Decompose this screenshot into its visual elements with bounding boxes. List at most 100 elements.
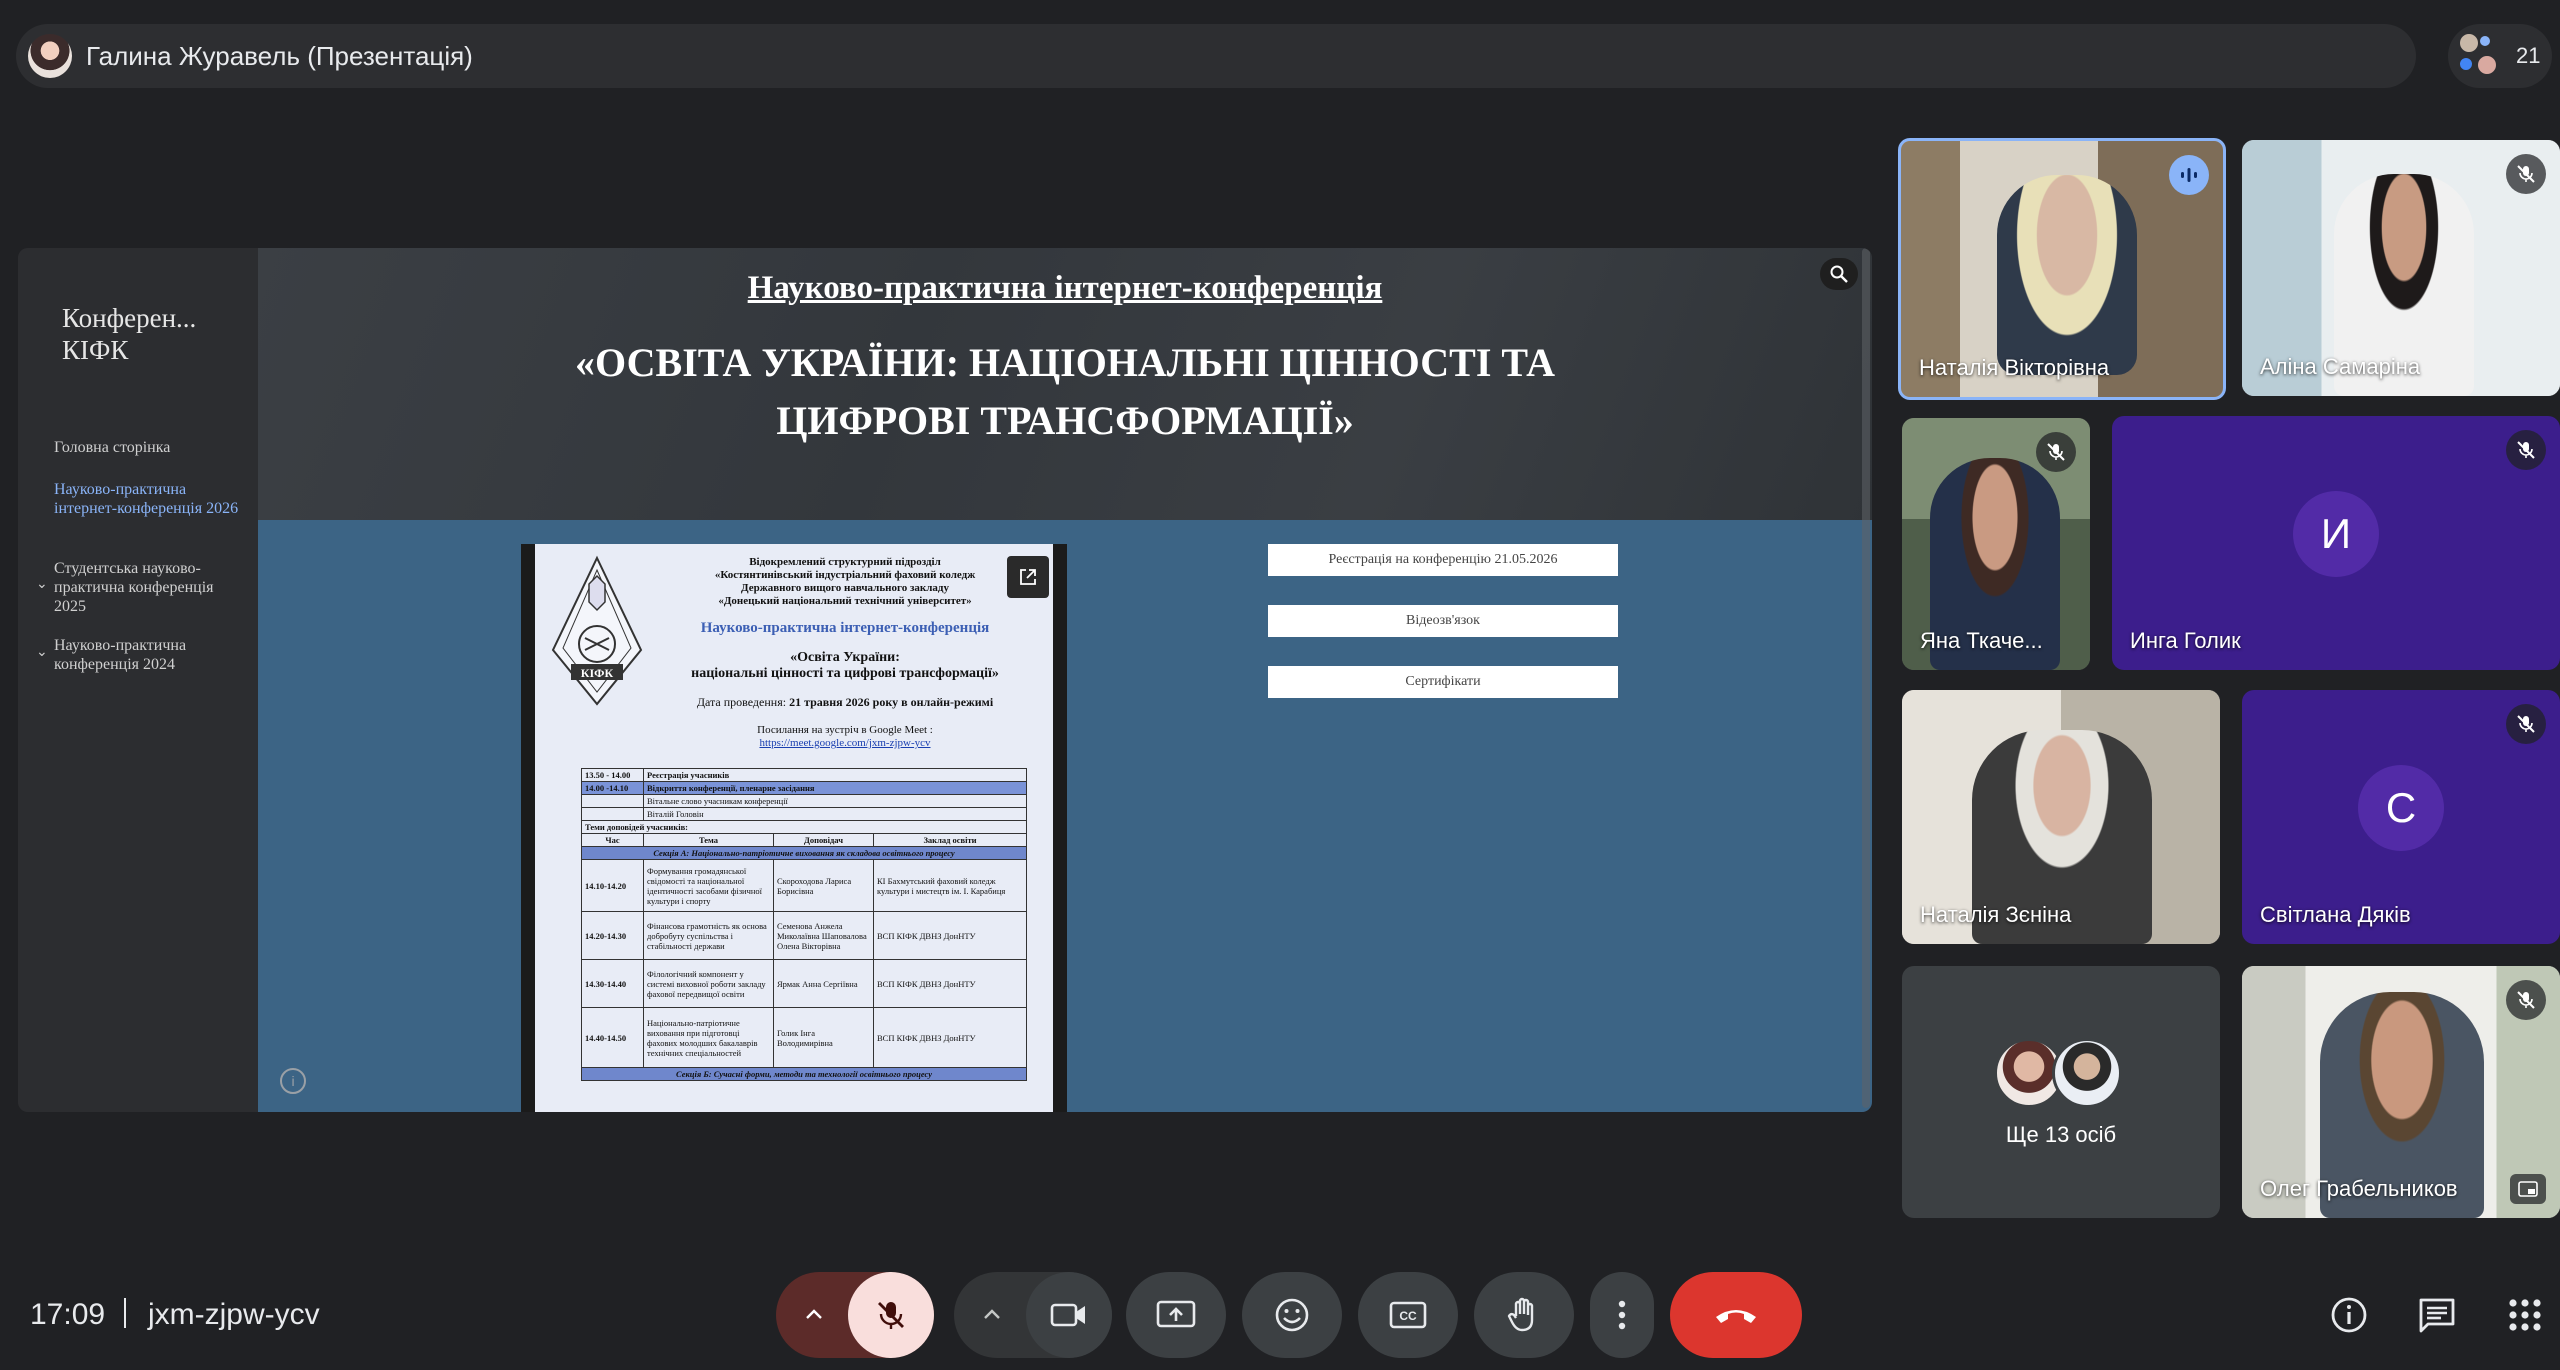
- nav-item-conference-2026[interactable]: Науково-практична інтернет-конференція 2…: [54, 480, 244, 518]
- reactions-button[interactable]: [1242, 1272, 1342, 1358]
- nav-item-student-conference-2025[interactable]: Студентська науково-практична конференці…: [54, 559, 244, 616]
- doc-org-line: «Донецький національний технічний універ…: [718, 595, 972, 607]
- svg-text:CC: CC: [1399, 1309, 1417, 1323]
- picture-in-picture-button[interactable]: [2510, 1174, 2546, 1204]
- table-row: 14.20-14.30 Фінансова грамотність як осно…: [581, 911, 1027, 960]
- mic-off-icon: [2047, 443, 2065, 461]
- doc-org-line: Відокремлений структурний підрозділ: [749, 556, 941, 568]
- present-screen-button[interactable]: [1126, 1272, 1226, 1358]
- chevron-down-icon[interactable]: ⌄: [36, 644, 48, 661]
- doc-meet-label: Посилання на зустріч в Google Meet :: [757, 724, 933, 736]
- chat-button[interactable]: [2412, 1290, 2462, 1340]
- avatar: С: [2358, 765, 2444, 851]
- college-logo: КІФК: [551, 555, 643, 706]
- participant-tile[interactable]: Аліна Самаріна: [2242, 140, 2560, 396]
- scrollbar[interactable]: [1862, 248, 1870, 1108]
- participant-mini-avatar: [2458, 56, 2474, 72]
- emoji-icon: [1275, 1298, 1309, 1332]
- mic-off-icon: [2517, 441, 2535, 459]
- divider: [124, 1298, 126, 1328]
- table-row: Вітальне слово учасникам конференції: [581, 794, 1027, 808]
- site-title[interactable]: Конферен... КІФК: [62, 302, 242, 366]
- more-options-button[interactable]: [1590, 1272, 1654, 1358]
- zoom-button[interactable]: [1820, 258, 1858, 290]
- program-document-page: КІФК Відокремлений структурний підрозділ…: [535, 544, 1053, 1112]
- leave-call-button[interactable]: [1670, 1272, 1802, 1358]
- participant-tile[interactable]: Наталія Вікторівна: [1898, 138, 2226, 400]
- more-participants-tile[interactable]: Ще 13 осіб: [1902, 966, 2220, 1218]
- meeting-code: jxm-zjpw-ycv: [148, 1298, 320, 1331]
- mic-off-indicator: [2506, 704, 2546, 744]
- search-icon: [1830, 265, 1848, 283]
- meeting-clock: 17:09: [30, 1298, 106, 1331]
- participant-mini-avatar: [2478, 34, 2492, 48]
- participants-count: 21: [2516, 43, 2541, 68]
- mic-off-icon: [2517, 165, 2535, 183]
- avatar: [2052, 1038, 2122, 1108]
- open-external-icon: [1020, 569, 1036, 585]
- doc-theme-line-2: національні цінності та цифрові трансфор…: [691, 666, 999, 681]
- avatar: И: [2293, 491, 2379, 577]
- more-vert-icon: [1618, 1300, 1626, 1330]
- mic-off-indicator: [2036, 432, 2076, 472]
- present-to-all-icon: [1156, 1300, 1196, 1328]
- participant-tile[interactable]: Олег Грабельников: [2242, 966, 2560, 1218]
- mic-off-icon: [2517, 715, 2535, 733]
- participant-mini-avatar: [2458, 32, 2480, 54]
- table-row: 14.30-14.40 Філологічний компонент у сист…: [581, 959, 1027, 1008]
- participants-button[interactable]: 21: [2448, 24, 2552, 88]
- meeting-details-button[interactable]: [2324, 1290, 2374, 1340]
- chat-icon: [2419, 1298, 2455, 1333]
- participant-name: Олег Грабельников: [2260, 1176, 2458, 1201]
- mic-off-indicator: [2506, 430, 2546, 470]
- info-icon[interactable]: i: [280, 1068, 306, 1094]
- participant-mini-avatar: [2476, 54, 2498, 76]
- mic-off-icon: [878, 1302, 904, 1329]
- doc-date: Дата проведення: 21 травня 2026 року в о…: [696, 695, 994, 709]
- mic-toggle-button[interactable]: [848, 1272, 934, 1358]
- doc-meet-link[interactable]: https://meet.google.com/jxm-zjpw-ycv: [645, 737, 1045, 750]
- table-section-row: Секція Б: Сучасні форми, методи та техно…: [581, 1067, 1027, 1081]
- site-header: Науково-практична інтернет-конференція «…: [258, 248, 1872, 520]
- site-sidebar: Конферен... КІФК Головна сторінка Науков…: [18, 248, 258, 1112]
- nav-item-home[interactable]: Головна сторінка: [54, 438, 244, 457]
- mic-off-indicator: [2506, 980, 2546, 1020]
- participant-name: Світлана Дяків: [2260, 902, 2411, 927]
- nav-item-conference-2024[interactable]: Науково-практична конференція 2024: [54, 636, 244, 674]
- site-main: Науково-практична інтернет-конференція «…: [258, 248, 1872, 1112]
- speaking-indicator: [2169, 155, 2209, 195]
- presenter-avatar: [28, 34, 72, 78]
- participant-name: Яна Ткаче...: [1920, 628, 2043, 653]
- camera-toggle-button[interactable]: [1026, 1272, 1112, 1358]
- participant-tile[interactable]: С Світлана Дяків: [2242, 690, 2560, 944]
- participant-figure: [1997, 175, 2137, 375]
- presenter-bar[interactable]: Галина Журавель (Презентація): [16, 24, 2416, 88]
- chevron-up-icon: [806, 1309, 822, 1319]
- captions-button[interactable]: CC: [1358, 1272, 1458, 1358]
- mic-off-icon: [2517, 991, 2535, 1009]
- program-document-embed[interactable]: КІФК Відокремлений структурний підрозділ…: [521, 544, 1067, 1112]
- conference-title: «ОСВІТА УКРАЇНИ: НАЦІОНАЛЬНІ ЦІННОСТІ ТА…: [575, 340, 1555, 443]
- site-body: КІФК Відокремлений структурний підрозділ…: [258, 520, 1872, 1112]
- open-in-new-window-button[interactable]: [1007, 556, 1049, 598]
- video-call-button[interactable]: Відеозв'язок: [1268, 605, 1618, 637]
- doc-org-line: «Костянтинівський індустріальний фаховий…: [714, 569, 976, 581]
- participant-name: Аліна Самаріна: [2260, 354, 2421, 379]
- registration-button[interactable]: Реєстрація на конференцію 21.05.2026: [1268, 544, 1618, 576]
- certificates-button[interactable]: Сертифікати: [1268, 666, 1618, 698]
- mic-off-indicator: [2506, 154, 2546, 194]
- table-row: 14.40-14.50 Національно-патріотичне вихов…: [581, 1007, 1027, 1068]
- participant-tile[interactable]: Яна Ткаче...: [1902, 418, 2090, 670]
- svg-text:КІФК: КІФК: [581, 666, 614, 680]
- chevron-down-icon[interactable]: ⌄: [36, 576, 48, 593]
- participant-name: Инга Голик: [2130, 628, 2241, 653]
- table-row: 13.50 - 14.00 Реєстрація учасників: [581, 768, 1027, 782]
- activities-button[interactable]: [2500, 1290, 2550, 1340]
- doc-org-line: Державного вищого навчального закладу: [741, 582, 949, 594]
- participant-tile[interactable]: И Инга Голик: [2112, 416, 2560, 670]
- raise-hand-button[interactable]: [1474, 1272, 1574, 1358]
- participant-tile[interactable]: Наталія Зєніна: [1902, 690, 2220, 944]
- pip-icon: [2518, 1181, 2538, 1197]
- table-row: Теми доповідей учасників:: [581, 820, 1027, 834]
- table-row: Віталій Головін: [581, 807, 1027, 821]
